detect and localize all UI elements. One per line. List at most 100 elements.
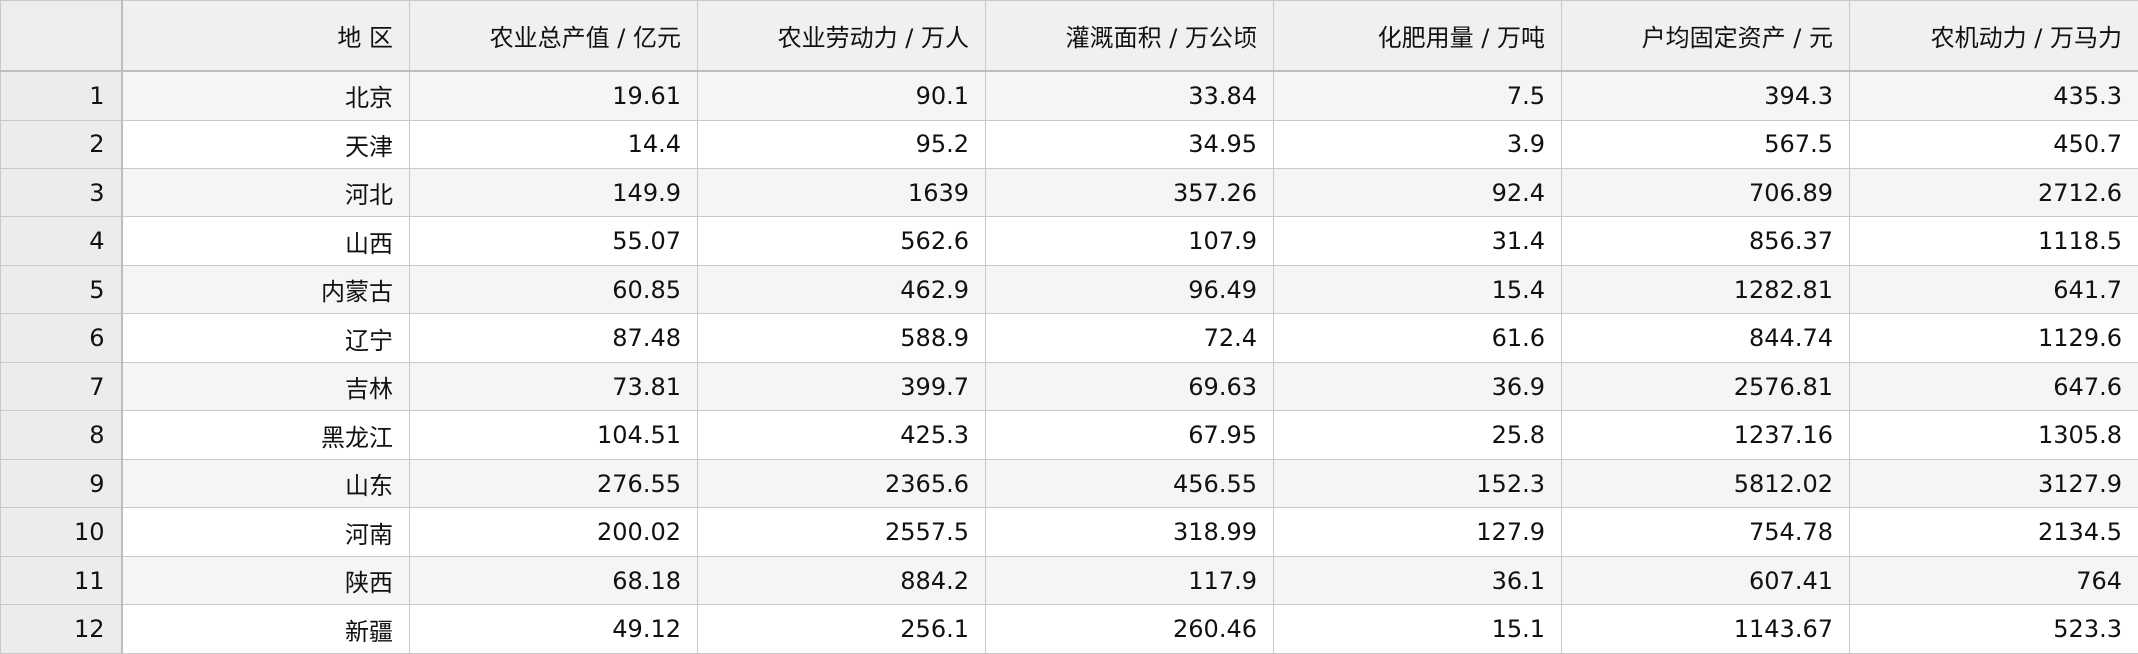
cell-machinery-power[interactable]: 2134.5 xyxy=(1849,507,2138,557)
cell-irrigation-area[interactable]: 69.63 xyxy=(985,361,1274,412)
cell-irrigation-area[interactable]: 34.95 xyxy=(985,119,1274,169)
cell-region[interactable]: 黑龙江 xyxy=(121,410,410,460)
table-row[interactable]: 9 山东 276.55 2365.6 456.55 152.3 5812.02 3127.9 xyxy=(0,458,2138,509)
cell-agri-labor[interactable]: 399.7 xyxy=(697,361,986,412)
cell-agri-output[interactable]: 104.51 xyxy=(409,410,698,460)
cell-agri-output[interactable]: 14.4 xyxy=(409,119,698,169)
column-header-region[interactable]: 地 区 xyxy=(121,0,410,72)
cell-region[interactable]: 山东 xyxy=(121,458,410,509)
row-number[interactable]: 1 xyxy=(0,70,123,121)
cell-fertilizer[interactable]: 15.1 xyxy=(1273,604,1562,654)
table-row[interactable]: 11 陕西 68.18 884.2 117.9 36.1 607.41 764 xyxy=(0,555,2138,606)
cell-household-assets[interactable]: 607.41 xyxy=(1561,555,1850,606)
cell-machinery-power[interactable]: 1305.8 xyxy=(1849,410,2138,460)
cell-machinery-power[interactable]: 450.7 xyxy=(1849,119,2138,169)
cell-region[interactable]: 河北 xyxy=(121,167,410,218)
table-row[interactable]: 5 内蒙古 60.85 462.9 96.49 15.4 1282.81 641.7 xyxy=(0,264,2138,315)
cell-fertilizer[interactable]: 3.9 xyxy=(1273,119,1562,169)
cell-agri-output[interactable]: 200.02 xyxy=(409,507,698,557)
cell-machinery-power[interactable]: 1129.6 xyxy=(1849,313,2138,363)
cell-agri-labor[interactable]: 90.1 xyxy=(697,70,986,121)
column-header-fertilizer[interactable]: 化肥用量 / 万吨 xyxy=(1273,0,1562,72)
cell-agri-labor[interactable]: 95.2 xyxy=(697,119,986,169)
table-row[interactable]: 6 辽宁 87.48 588.9 72.4 61.6 844.74 1129.6 xyxy=(0,313,2138,363)
cell-irrigation-area[interactable]: 72.4 xyxy=(985,313,1274,363)
cell-irrigation-area[interactable]: 67.95 xyxy=(985,410,1274,460)
table-row[interactable]: 12 新疆 49.12 256.1 260.46 15.1 1143.67 523.3 xyxy=(0,604,2138,654)
cell-region[interactable]: 陕西 xyxy=(121,555,410,606)
cell-agri-output[interactable]: 276.55 xyxy=(409,458,698,509)
column-header-irrigation-area[interactable]: 灌溉面积 / 万公顷 xyxy=(985,0,1274,72)
row-number[interactable]: 4 xyxy=(0,216,123,266)
cell-household-assets[interactable]: 1237.16 xyxy=(1561,410,1850,460)
table-row[interactable]: 8 黑龙江 104.51 425.3 67.95 25.8 1237.16 1305.8 xyxy=(0,410,2138,460)
cell-region[interactable]: 山西 xyxy=(121,216,410,266)
row-number[interactable]: 3 xyxy=(0,167,123,218)
row-number[interactable]: 7 xyxy=(0,361,123,412)
cell-household-assets[interactable]: 844.74 xyxy=(1561,313,1850,363)
cell-household-assets[interactable]: 5812.02 xyxy=(1561,458,1850,509)
cell-fertilizer[interactable]: 36.9 xyxy=(1273,361,1562,412)
row-number[interactable]: 8 xyxy=(0,410,123,460)
cell-agri-output[interactable]: 19.61 xyxy=(409,70,698,121)
cell-region[interactable]: 新疆 xyxy=(121,604,410,654)
cell-irrigation-area[interactable]: 107.9 xyxy=(985,216,1274,266)
cell-region[interactable]: 吉林 xyxy=(121,361,410,412)
cell-machinery-power[interactable]: 523.3 xyxy=(1849,604,2138,654)
cell-region[interactable]: 辽宁 xyxy=(121,313,410,363)
cell-fertilizer[interactable]: 61.6 xyxy=(1273,313,1562,363)
cell-machinery-power[interactable]: 641.7 xyxy=(1849,264,2138,315)
table-row[interactable]: 3 河北 149.9 1639 357.26 92.4 706.89 2712.6 xyxy=(0,167,2138,218)
cell-region[interactable]: 内蒙古 xyxy=(121,264,410,315)
cell-fertilizer[interactable]: 152.3 xyxy=(1273,458,1562,509)
table-row[interactable]: 1 北京 19.61 90.1 33.84 7.5 394.3 435.3 xyxy=(0,70,2138,121)
cell-irrigation-area[interactable]: 357.26 xyxy=(985,167,1274,218)
cell-fertilizer[interactable]: 127.9 xyxy=(1273,507,1562,557)
cell-household-assets[interactable]: 567.5 xyxy=(1561,119,1850,169)
table-row[interactable]: 4 山西 55.07 562.6 107.9 31.4 856.37 1118.5 xyxy=(0,216,2138,266)
cell-fertilizer[interactable]: 7.5 xyxy=(1273,70,1562,121)
cell-household-assets[interactable]: 706.89 xyxy=(1561,167,1850,218)
cell-region[interactable]: 天津 xyxy=(121,119,410,169)
cell-fertilizer[interactable]: 92.4 xyxy=(1273,167,1562,218)
column-header-agri-output[interactable]: 农业总产值 / 亿元 xyxy=(409,0,698,72)
cell-agri-labor[interactable]: 462.9 xyxy=(697,264,986,315)
column-header-machinery-power[interactable]: 农机动力 / 万马力 xyxy=(1849,0,2138,72)
row-number[interactable]: 11 xyxy=(0,555,123,606)
cell-fertilizer[interactable]: 31.4 xyxy=(1273,216,1562,266)
cell-agri-labor[interactable]: 256.1 xyxy=(697,604,986,654)
cell-agri-output[interactable]: 149.9 xyxy=(409,167,698,218)
cell-household-assets[interactable]: 1143.67 xyxy=(1561,604,1850,654)
cell-fertilizer[interactable]: 25.8 xyxy=(1273,410,1562,460)
row-number[interactable]: 9 xyxy=(0,458,123,509)
row-number[interactable]: 2 xyxy=(0,119,123,169)
cell-fertilizer[interactable]: 15.4 xyxy=(1273,264,1562,315)
row-number[interactable]: 5 xyxy=(0,264,123,315)
cell-agri-output[interactable]: 55.07 xyxy=(409,216,698,266)
column-header-household-assets[interactable]: 户均固定资产 / 元 xyxy=(1561,0,1850,72)
cell-irrigation-area[interactable]: 318.99 xyxy=(985,507,1274,557)
cell-agri-labor[interactable]: 588.9 xyxy=(697,313,986,363)
cell-machinery-power[interactable]: 647.6 xyxy=(1849,361,2138,412)
cell-agri-output[interactable]: 73.81 xyxy=(409,361,698,412)
row-number[interactable]: 10 xyxy=(0,507,123,557)
cell-irrigation-area[interactable]: 117.9 xyxy=(985,555,1274,606)
cell-household-assets[interactable]: 2576.81 xyxy=(1561,361,1850,412)
cell-agri-labor[interactable]: 1639 xyxy=(697,167,986,218)
cell-machinery-power[interactable]: 1118.5 xyxy=(1849,216,2138,266)
cell-irrigation-area[interactable]: 456.55 xyxy=(985,458,1274,509)
cell-agri-output[interactable]: 49.12 xyxy=(409,604,698,654)
cell-agri-labor[interactable]: 2557.5 xyxy=(697,507,986,557)
cell-fertilizer[interactable]: 36.1 xyxy=(1273,555,1562,606)
cell-household-assets[interactable]: 394.3 xyxy=(1561,70,1850,121)
cell-household-assets[interactable]: 1282.81 xyxy=(1561,264,1850,315)
cell-irrigation-area[interactable]: 96.49 xyxy=(985,264,1274,315)
cell-agri-output[interactable]: 87.48 xyxy=(409,313,698,363)
table-row[interactable]: 7 吉林 73.81 399.7 69.63 36.9 2576.81 647.6 xyxy=(0,361,2138,412)
table-row[interactable]: 10 河南 200.02 2557.5 318.99 127.9 754.78 2134.5 xyxy=(0,507,2138,557)
cell-irrigation-area[interactable]: 260.46 xyxy=(985,604,1274,654)
row-number[interactable]: 12 xyxy=(0,604,123,654)
cell-agri-labor[interactable]: 562.6 xyxy=(697,216,986,266)
cell-region[interactable]: 河南 xyxy=(121,507,410,557)
cell-agri-output[interactable]: 60.85 xyxy=(409,264,698,315)
